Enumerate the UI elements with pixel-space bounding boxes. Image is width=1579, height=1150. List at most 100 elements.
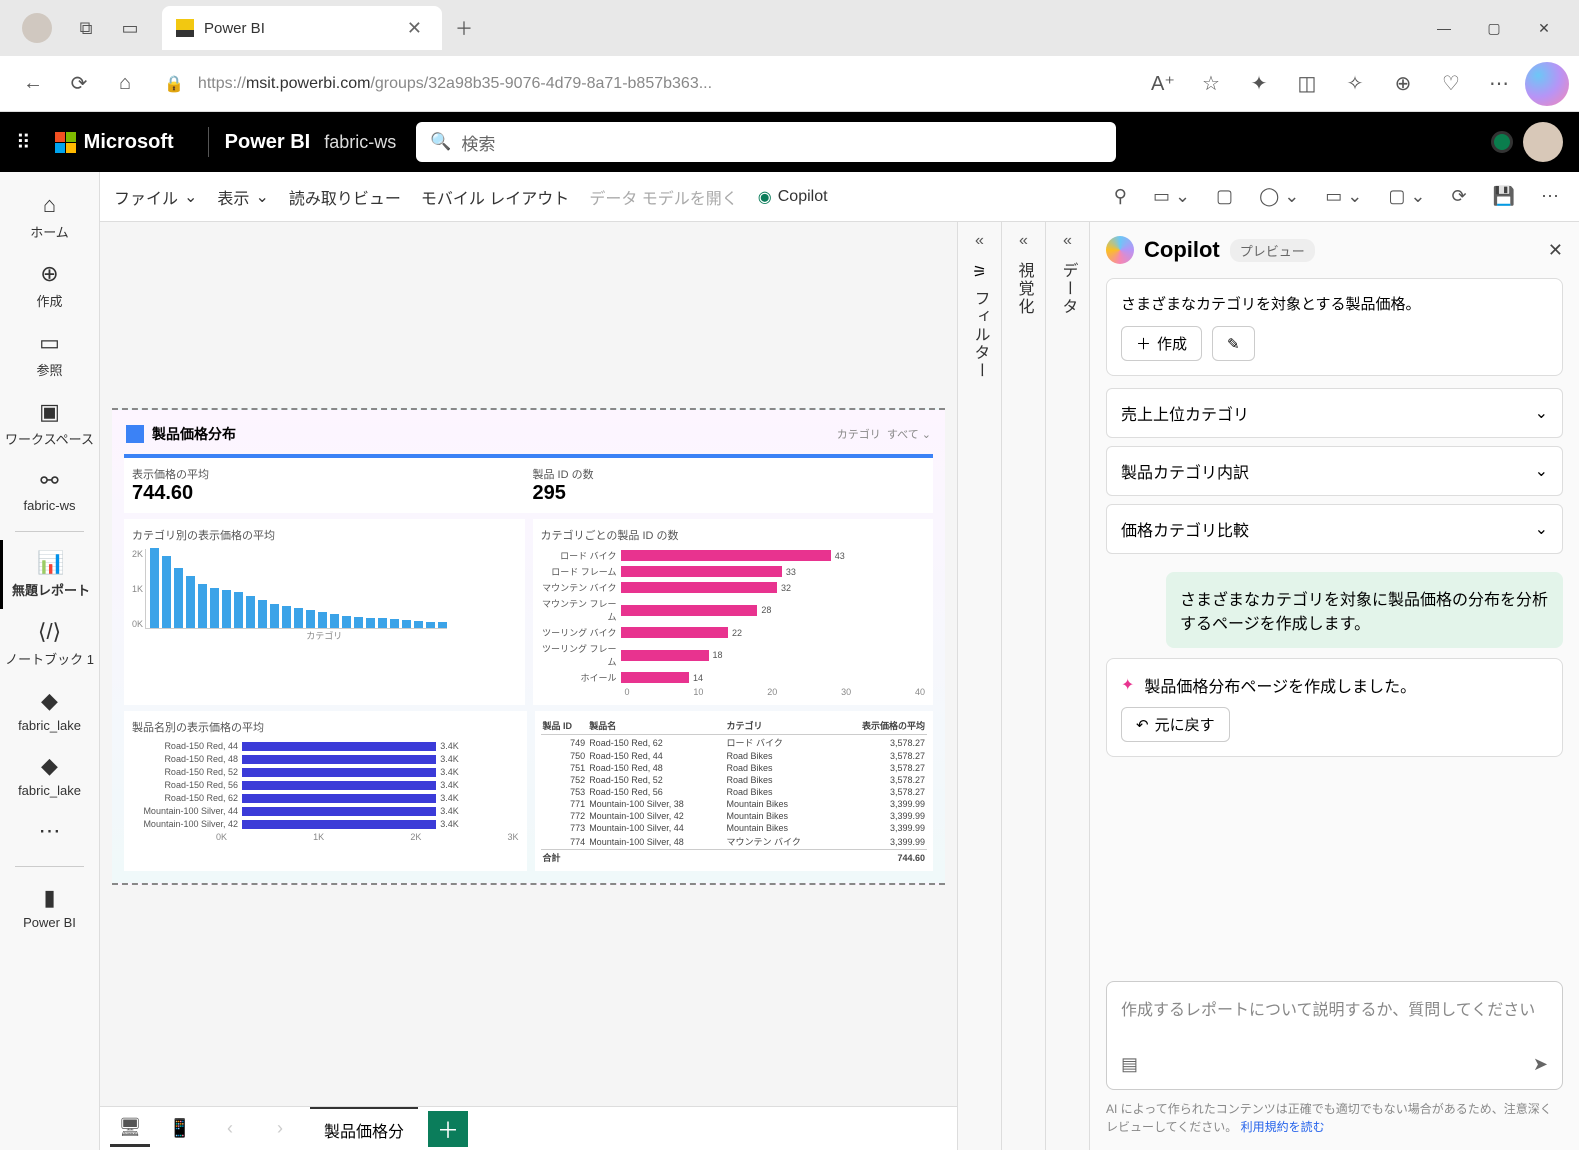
new-tab-button[interactable]: ＋ bbox=[442, 6, 486, 50]
ribbon-view[interactable]: 表示 ⌄ bbox=[217, 185, 268, 209]
terms-link[interactable]: 利用規約を読む bbox=[1241, 1120, 1325, 1134]
mobile-view-icon[interactable]: 📱 bbox=[160, 1111, 200, 1147]
search-icon: 🔍 bbox=[430, 132, 451, 152]
divider bbox=[208, 127, 209, 157]
data-pane-collapsed[interactable]: « データ bbox=[1045, 222, 1089, 1150]
workspaces-icon[interactable]: ⧉ bbox=[64, 6, 108, 50]
window-controls: ― ▢ ✕ bbox=[1419, 6, 1569, 50]
accordion-category-breakdown[interactable]: 製品カテゴリ内訳⌄ bbox=[1106, 446, 1563, 496]
save-icon[interactable]: 💾 bbox=[1487, 182, 1521, 211]
desktop-view-icon[interactable]: 🖥 bbox=[110, 1111, 150, 1147]
page-tab[interactable]: 製品価格分 bbox=[310, 1107, 418, 1150]
expand-icon[interactable]: « bbox=[1019, 232, 1028, 250]
close-copilot-button[interactable]: ✕ bbox=[1548, 240, 1563, 261]
explore-icon[interactable]: ⚲ bbox=[1108, 182, 1133, 211]
card-product-count[interactable]: 製品 ID の数 295 bbox=[533, 466, 926, 505]
edit-button[interactable]: ✎ bbox=[1212, 326, 1255, 361]
undo-button[interactable]: ↶元に戻す bbox=[1121, 707, 1230, 742]
lock-icon: 🔒 bbox=[164, 74, 184, 94]
refresh-button[interactable]: ⟳ bbox=[56, 61, 102, 107]
chart-avg-price-by-product[interactable]: 製品名別の表示価格の平均 Road-150 Red, 443.4KRoad-15… bbox=[124, 711, 527, 871]
card-avg-price[interactable]: 表示価格の平均 744.60 bbox=[132, 466, 525, 505]
report-page[interactable]: 製品価格分布 カテゴリ すべて ⌄ 表示価格の平均 744.60 製品 ID の… bbox=[112, 408, 945, 885]
app-launcher-icon[interactable]: ⠿ bbox=[16, 130, 31, 155]
ribbon-mobile[interactable]: モバイル レイアウト bbox=[421, 185, 569, 209]
image-icon[interactable]: ▢ ⌄ bbox=[1382, 182, 1431, 211]
visualizations-pane-collapsed[interactable]: « 視覚化 bbox=[1001, 222, 1045, 1150]
read-aloud-icon[interactable]: A⁺ bbox=[1141, 62, 1185, 106]
data-table[interactable]: 製品 ID 製品名 カテゴリ 表示価格の平均 749Road-150 Red, … bbox=[535, 711, 934, 871]
ribbon-reading[interactable]: 読み取りビュー bbox=[289, 185, 401, 209]
prev-page-icon[interactable]: ‹ bbox=[210, 1111, 250, 1147]
copilot-footer: AI によって作られたコンテンツは正確でも適切でもない場合があるため、注意深くレ… bbox=[1106, 1100, 1563, 1136]
edge-copilot-icon[interactable] bbox=[1525, 62, 1569, 106]
nav-home[interactable]: ⌂ホーム bbox=[0, 182, 99, 251]
home-button[interactable]: ⌂ bbox=[102, 61, 148, 107]
nav-more[interactable]: ⋯ bbox=[0, 808, 99, 858]
nav-notebook[interactable]: ⟨/⟩ノートブック 1 bbox=[0, 609, 99, 678]
user-avatar[interactable] bbox=[1523, 122, 1563, 162]
url-path: /groups/32a98b35-9076-4d79-8a71-b857b363… bbox=[370, 75, 712, 93]
address-bar[interactable]: 🔒 https://msit.powerbi.com/groups/32a98b… bbox=[148, 64, 1141, 104]
profile-avatar-icon[interactable] bbox=[22, 13, 52, 43]
report-canvas[interactable]: 製品価格分布 カテゴリ すべて ⌄ 表示価格の平均 744.60 製品 ID の… bbox=[100, 222, 957, 1150]
close-window-button[interactable]: ✕ bbox=[1519, 6, 1569, 50]
powerbi-favicon-icon bbox=[176, 19, 194, 37]
data-icon[interactable]: ▤ bbox=[1121, 1054, 1138, 1075]
workspaces-icon: ▣ bbox=[4, 399, 95, 425]
more-icon[interactable]: ⋯ bbox=[1477, 62, 1521, 106]
chart-avg-price-by-category[interactable]: カテゴリ別の表示価格の平均 2K1K0K カテゴリ bbox=[124, 519, 525, 705]
send-icon[interactable]: ➤ bbox=[1533, 1054, 1548, 1075]
trial-status-icon[interactable] bbox=[1491, 131, 1513, 153]
filter-pane-collapsed[interactable]: « ⚞ フィルター bbox=[957, 222, 1001, 1150]
extensions-icon[interactable]: ✦ bbox=[1237, 62, 1281, 106]
copilot-title: Copilot bbox=[1144, 237, 1220, 263]
shapes-icon[interactable]: ◯ ⌄ bbox=[1253, 182, 1305, 211]
next-page-icon[interactable]: › bbox=[260, 1111, 300, 1147]
buttons-icon[interactable]: ▢ bbox=[1210, 182, 1239, 211]
browser-tab[interactable]: Power BI ✕ bbox=[162, 6, 442, 50]
favorite-icon[interactable]: ☆ bbox=[1189, 62, 1233, 106]
nav-browse[interactable]: ▭参照 bbox=[0, 320, 99, 389]
copilot-input[interactable]: 作成するレポートについて説明するか、質問してください ▤ ➤ bbox=[1106, 981, 1563, 1090]
more-icon[interactable]: ⋯ bbox=[1535, 182, 1565, 211]
nav-powerbi[interactable]: ▮Power BI bbox=[0, 875, 99, 940]
global-search-input[interactable]: 🔍 検索 bbox=[416, 122, 1116, 162]
bar-chart: ロード バイク43ロード フレーム33マウンテン バイク32マウンテン フレーム… bbox=[541, 549, 926, 684]
accordion-price-compare[interactable]: 価格カテゴリ比較⌄ bbox=[1106, 504, 1563, 554]
accordion-top-categories[interactable]: 売上上位カテゴリ⌄ bbox=[1106, 388, 1563, 438]
viz-label: 視覚化 bbox=[1012, 262, 1036, 316]
tab-close-icon[interactable]: ✕ bbox=[401, 18, 428, 39]
favorites-bar-icon[interactable]: ✧ bbox=[1333, 62, 1377, 106]
report-icon bbox=[126, 425, 144, 443]
expand-icon[interactable]: « bbox=[1063, 232, 1072, 250]
page-title: 製品価格分布 bbox=[152, 424, 236, 444]
maximize-button[interactable]: ▢ bbox=[1469, 6, 1519, 50]
visual-icon[interactable]: ▭ ⌄ bbox=[1319, 182, 1368, 211]
expand-icon[interactable]: « bbox=[975, 232, 984, 250]
split-screen-icon[interactable]: ◫ bbox=[1285, 62, 1329, 106]
ms-squares-icon bbox=[55, 132, 76, 153]
performance-icon[interactable]: ♡ bbox=[1429, 62, 1473, 106]
ribbon-file[interactable]: ファイル ⌄ bbox=[114, 185, 197, 209]
people-icon: ⚯ bbox=[4, 468, 95, 494]
filter-icon: ⚞ bbox=[972, 262, 986, 282]
nav-create[interactable]: ⊕作成 bbox=[0, 251, 99, 320]
add-page-button[interactable]: ＋ bbox=[428, 1111, 468, 1147]
refresh-icon[interactable]: ⟳ bbox=[1445, 182, 1472, 211]
nav-report[interactable]: 📊無題レポート bbox=[0, 540, 99, 609]
workspace-name[interactable]: fabric-ws bbox=[324, 132, 396, 153]
more-icon: ⋯ bbox=[4, 818, 95, 844]
ribbon-copilot[interactable]: ◉ Copilot bbox=[758, 187, 828, 207]
create-button[interactable]: ＋作成 bbox=[1121, 326, 1202, 361]
minimize-button[interactable]: ― bbox=[1419, 6, 1469, 50]
nav-ws-fabric[interactable]: ⚯fabric-ws bbox=[0, 458, 99, 523]
tab-actions-icon[interactable]: ▭ bbox=[108, 6, 152, 50]
back-button[interactable]: ← bbox=[10, 61, 56, 107]
textbox-icon[interactable]: ▭ ⌄ bbox=[1147, 182, 1196, 211]
nav-lake1[interactable]: ◆fabric_lake bbox=[0, 678, 99, 743]
nav-lake2[interactable]: ◆fabric_lake bbox=[0, 743, 99, 808]
nav-workspaces[interactable]: ▣ワークスペース bbox=[0, 389, 99, 458]
chart-products-by-category[interactable]: カテゴリごとの製品 ID の数 ロード バイク43ロード フレーム33マウンテン… bbox=[533, 519, 934, 705]
collections-icon[interactable]: ⊕ bbox=[1381, 62, 1425, 106]
